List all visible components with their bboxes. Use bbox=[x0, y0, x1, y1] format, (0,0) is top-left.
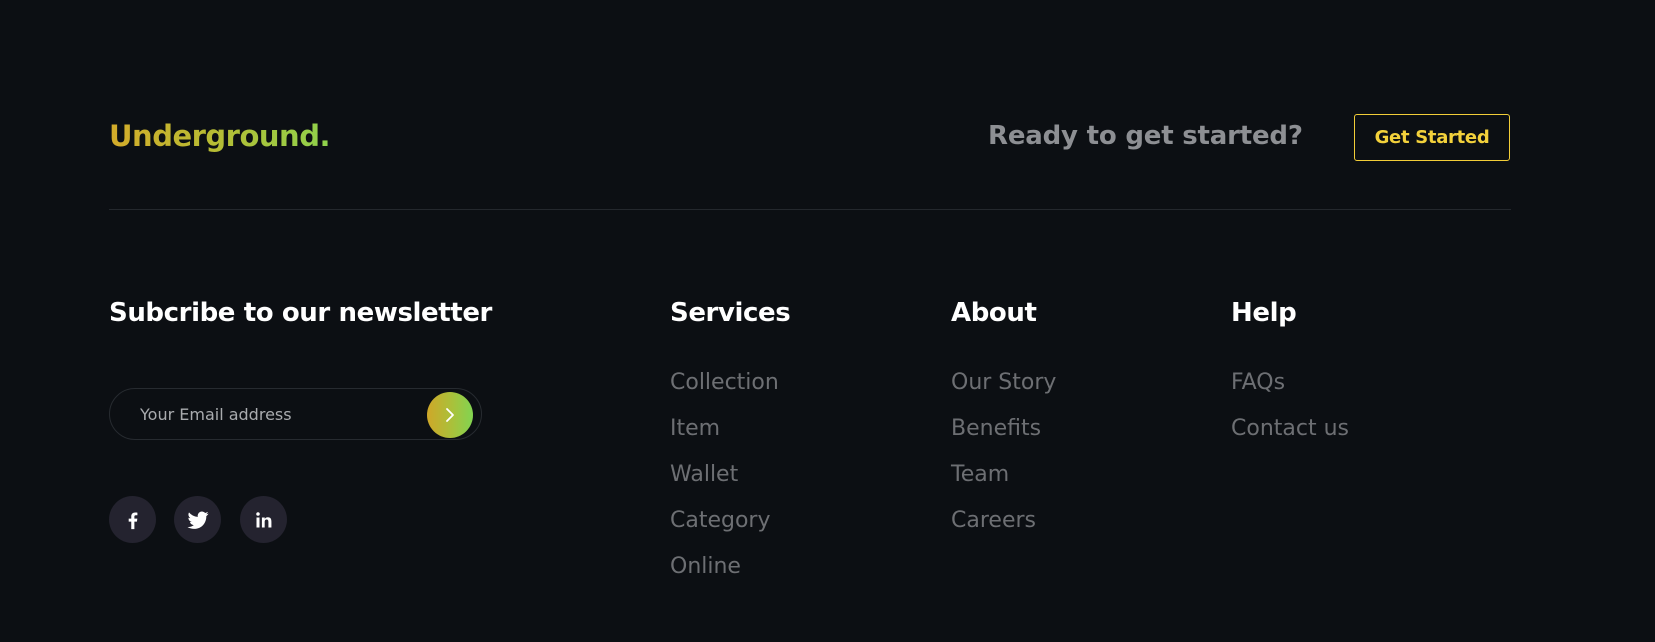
help-link-faqs[interactable]: FAQs bbox=[1231, 360, 1349, 406]
twitter-icon bbox=[187, 511, 208, 529]
about-link-our-story[interactable]: Our Story bbox=[951, 360, 1056, 406]
services-heading: Services bbox=[670, 298, 791, 328]
get-started-button[interactable]: Get Started bbox=[1354, 114, 1510, 161]
services-link-online[interactable]: Online bbox=[670, 544, 779, 590]
newsletter-form bbox=[109, 388, 482, 440]
subscribe-button[interactable] bbox=[427, 392, 473, 438]
linkedin-icon bbox=[255, 511, 271, 527]
cta-text: Ready to get started? bbox=[988, 121, 1303, 151]
facebook-icon bbox=[128, 511, 137, 529]
newsletter-heading: Subcribe to our newsletter bbox=[109, 298, 492, 328]
help-link-contact-us[interactable]: Contact us bbox=[1231, 406, 1349, 452]
linkedin-link[interactable] bbox=[240, 496, 287, 543]
services-link-collection[interactable]: Collection bbox=[670, 360, 779, 406]
brand-logo[interactable]: Underground. bbox=[109, 116, 330, 156]
about-links: Our Story Benefits Team Careers bbox=[951, 360, 1056, 544]
chevron-right-icon bbox=[446, 408, 454, 422]
about-heading: About bbox=[951, 298, 1037, 328]
services-link-category[interactable]: Category bbox=[670, 498, 779, 544]
facebook-link[interactable] bbox=[109, 496, 156, 543]
about-link-careers[interactable]: Careers bbox=[951, 498, 1056, 544]
about-link-benefits[interactable]: Benefits bbox=[951, 406, 1056, 452]
twitter-link[interactable] bbox=[174, 496, 221, 543]
help-links: FAQs Contact us bbox=[1231, 360, 1349, 452]
services-link-wallet[interactable]: Wallet bbox=[670, 452, 779, 498]
divider bbox=[109, 209, 1511, 210]
about-link-team[interactable]: Team bbox=[951, 452, 1056, 498]
services-links: Collection Item Wallet Category Online bbox=[670, 360, 779, 590]
email-input[interactable] bbox=[140, 389, 430, 439]
help-heading: Help bbox=[1231, 298, 1297, 328]
services-link-item[interactable]: Item bbox=[670, 406, 779, 452]
